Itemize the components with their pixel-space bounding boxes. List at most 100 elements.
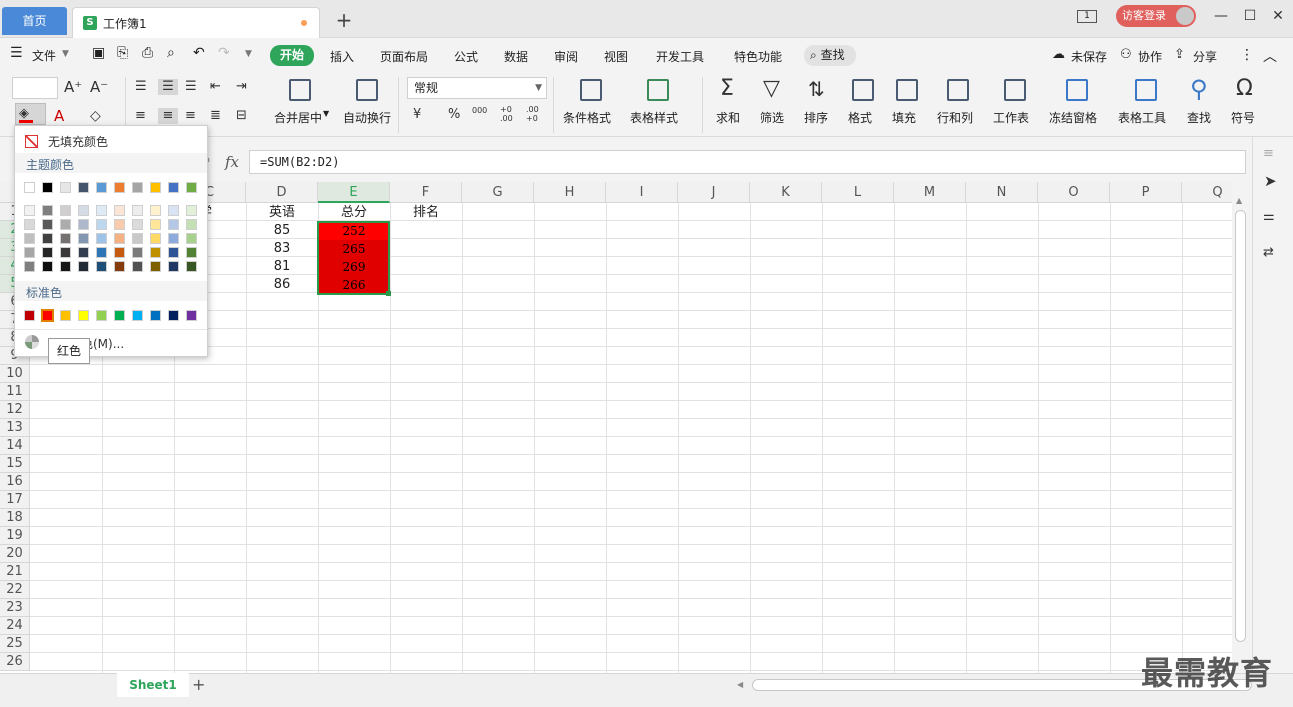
- theme-shade-swatch[interactable]: [96, 261, 107, 272]
- currency-button[interactable]: ¥: [413, 107, 421, 123]
- column-header-g[interactable]: G: [462, 182, 534, 203]
- scroll-left-icon[interactable]: ◀: [737, 680, 743, 689]
- theme-shade-swatch[interactable]: [42, 247, 53, 258]
- theme-shade-swatch[interactable]: [168, 247, 179, 258]
- column-header-l[interactable]: L: [822, 182, 894, 203]
- theme-shade-swatch[interactable]: [60, 205, 71, 216]
- theme-shade-swatch[interactable]: [96, 233, 107, 244]
- theme-color-swatch[interactable]: [78, 182, 89, 193]
- scroll-up-icon[interactable]: ▲: [1236, 196, 1242, 205]
- tab-insert[interactable]: 插入: [330, 48, 354, 65]
- table-tools-icon[interactable]: [1135, 79, 1157, 101]
- cell-d4[interactable]: 81: [246, 258, 318, 276]
- percent-button[interactable]: %: [448, 107, 460, 123]
- standard-color-swatch[interactable]: [168, 310, 179, 321]
- decrease-decimal-button[interactable]: .00 +0: [526, 105, 542, 123]
- find-icon[interactable]: ⚲: [1190, 76, 1208, 102]
- row-header[interactable]: 20: [0, 545, 30, 563]
- auto-wrap-icon[interactable]: [356, 79, 378, 101]
- undo-icon[interactable]: ↶: [193, 45, 205, 61]
- column-header-m[interactable]: M: [894, 182, 966, 203]
- clear-format-icon[interactable]: ◇: [90, 108, 101, 124]
- standard-color-swatch[interactable]: [24, 310, 35, 321]
- theme-color-swatch[interactable]: [42, 182, 53, 193]
- standard-color-swatch[interactable]: [150, 310, 161, 321]
- theme-shade-swatch[interactable]: [42, 261, 53, 272]
- row-header[interactable]: 23: [0, 599, 30, 617]
- tab-data[interactable]: 数据: [504, 48, 528, 65]
- tab-formulas[interactable]: 公式: [454, 48, 478, 65]
- theme-shade-swatch[interactable]: [186, 219, 197, 230]
- conditional-format-button[interactable]: 条件格式: [563, 109, 611, 126]
- theme-shade-swatch[interactable]: [186, 261, 197, 272]
- theme-shade-swatch[interactable]: [114, 261, 125, 272]
- theme-shade-swatch[interactable]: [96, 219, 107, 230]
- page-count-icon[interactable]: 1: [1077, 10, 1097, 23]
- cell-d1[interactable]: 英语: [246, 204, 318, 222]
- theme-shade-swatch[interactable]: [132, 205, 143, 216]
- more-colors-option[interactable]: 色(M)...: [15, 332, 207, 354]
- theme-shade-swatch[interactable]: [78, 219, 89, 230]
- cell-d5[interactable]: 86: [246, 276, 318, 294]
- align-top-icon[interactable]: ☰: [135, 79, 147, 95]
- column-header-h[interactable]: H: [534, 182, 606, 203]
- theme-color-swatch[interactable]: [132, 182, 143, 193]
- share-button[interactable]: 分享: [1193, 48, 1217, 65]
- theme-shade-swatch[interactable]: [60, 219, 71, 230]
- theme-shade-swatch[interactable]: [150, 233, 161, 244]
- theme-shade-swatch[interactable]: [60, 261, 71, 272]
- format-button[interactable]: 格式: [848, 109, 872, 126]
- table-style-button[interactable]: 表格样式: [630, 109, 678, 126]
- cell-d3[interactable]: 83: [246, 240, 318, 258]
- sum-button[interactable]: 求和: [716, 109, 740, 126]
- decrease-font-icon[interactable]: A⁻: [90, 79, 108, 95]
- settings-sliders-icon[interactable]: ⚌: [1263, 209, 1275, 225]
- row-col-button[interactable]: 行和列: [937, 109, 973, 126]
- theme-shade-swatch[interactable]: [132, 233, 143, 244]
- freeze-panes-button[interactable]: 冻结窗格: [1049, 109, 1097, 126]
- theme-shade-swatch[interactable]: [24, 219, 35, 230]
- row-header[interactable]: 24: [0, 617, 30, 635]
- print-preview-icon[interactable]: ⌕: [167, 45, 175, 61]
- theme-shade-swatch[interactable]: [96, 247, 107, 258]
- unsaved-label[interactable]: 未保存: [1071, 48, 1107, 65]
- save-icon[interactable]: ▣: [92, 45, 105, 61]
- theme-shade-swatch[interactable]: [132, 247, 143, 258]
- standard-color-swatch[interactable]: [41, 309, 54, 322]
- standard-color-swatch[interactable]: [78, 310, 89, 321]
- fill-color-button[interactable]: ◈: [15, 103, 46, 125]
- theme-shade-swatch[interactable]: [150, 261, 161, 272]
- font-color-icon[interactable]: A: [54, 108, 64, 124]
- theme-color-swatch[interactable]: [186, 182, 197, 193]
- theme-shade-swatch[interactable]: [78, 261, 89, 272]
- row-header[interactable]: 21: [0, 563, 30, 581]
- tab-view[interactable]: 视图: [604, 48, 628, 65]
- cell-e1[interactable]: 总分: [318, 204, 390, 222]
- column-header-n[interactable]: N: [966, 182, 1038, 203]
- row-col-icon[interactable]: [947, 79, 969, 101]
- fill-button[interactable]: 填充: [892, 109, 916, 126]
- print-icon[interactable]: ⎙: [142, 45, 153, 61]
- transfer-icon[interactable]: ⇄: [1263, 245, 1274, 261]
- row-header[interactable]: 22: [0, 581, 30, 599]
- theme-shade-swatch[interactable]: [114, 233, 125, 244]
- font-size-select[interactable]: [12, 77, 58, 99]
- tab-page-layout[interactable]: 页面布局: [380, 48, 428, 65]
- worksheet-icon[interactable]: [1004, 79, 1026, 101]
- tab-home[interactable]: 首页: [2, 7, 67, 35]
- column-header-k[interactable]: K: [750, 182, 822, 203]
- theme-shade-swatch[interactable]: [42, 205, 53, 216]
- collab-button[interactable]: 协作: [1138, 48, 1162, 65]
- tab-developer[interactable]: 开发工具: [656, 48, 704, 65]
- theme-shade-swatch[interactable]: [78, 247, 89, 258]
- row-header[interactable]: 15: [0, 455, 30, 473]
- quick-access-chevron-icon[interactable]: ▼: [245, 49, 252, 59]
- theme-shade-swatch[interactable]: [168, 219, 179, 230]
- auto-wrap-button[interactable]: 自动换行: [343, 109, 391, 126]
- fill-handle[interactable]: [386, 291, 391, 296]
- row-header[interactable]: 17: [0, 491, 30, 509]
- fill-icon[interactable]: [896, 79, 918, 101]
- row-header[interactable]: 16: [0, 473, 30, 491]
- theme-shade-swatch[interactable]: [42, 219, 53, 230]
- panel-menu-icon[interactable]: ≡: [1263, 146, 1274, 162]
